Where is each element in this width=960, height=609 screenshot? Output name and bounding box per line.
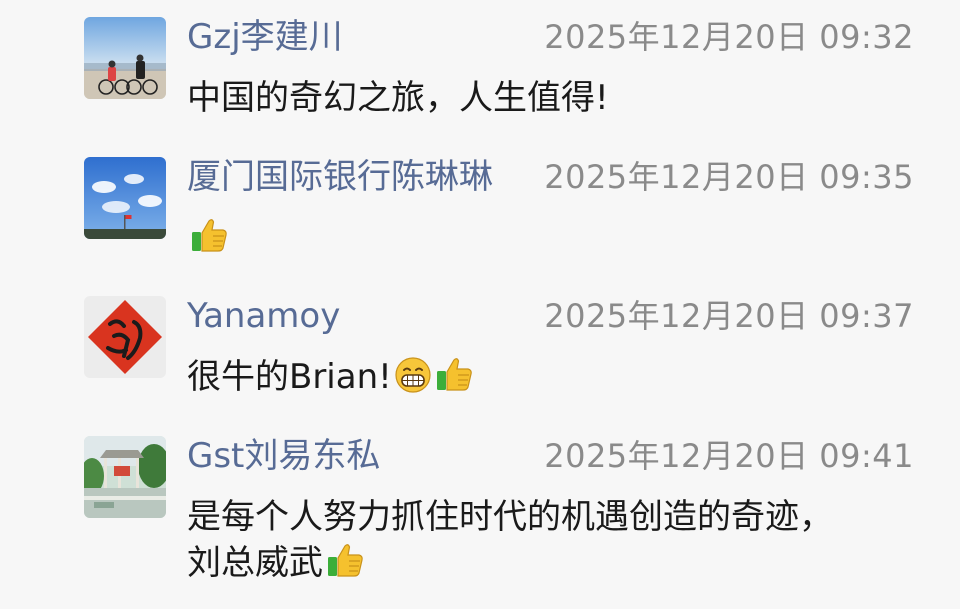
- thumbs-up-icon: [325, 540, 365, 580]
- blue-sky-photo: [84, 157, 166, 239]
- comment-text-line: 是每个人努力抓住时代的机遇创造的奇迹，: [187, 497, 833, 537]
- garden-pavilion-photo: [84, 436, 166, 518]
- comment-text-content: 很牛的Brian!: [187, 357, 392, 397]
- commenter-name[interactable]: Yanamoy: [187, 296, 340, 336]
- beach-cyclists-photo: [84, 17, 166, 99]
- comment-text: [187, 215, 907, 261]
- avatar[interactable]: [84, 17, 166, 99]
- comment-timestamp: 2025年12月20日 09:32: [544, 18, 914, 56]
- commenter-name[interactable]: Gzj李建川: [187, 17, 343, 57]
- comment-timestamp: 2025年12月20日 09:37: [544, 297, 914, 335]
- avatar[interactable]: [84, 157, 166, 239]
- comment-list: Gzj李建川 2025年12月20日 09:32 中国的奇幻之旅，人生值得! 厦…: [0, 0, 960, 609]
- fu-character-photo: [84, 296, 166, 378]
- commenter-name[interactable]: Gst刘易东私: [187, 436, 380, 476]
- comment-text: 很牛的Brian!: [187, 354, 907, 400]
- grin-icon: [394, 356, 432, 394]
- thumbs-up-icon: [189, 215, 229, 255]
- thumbs-up-icon: [434, 354, 474, 394]
- avatar[interactable]: [84, 436, 166, 518]
- comment-text: 中国的奇幻之旅，人生值得!: [187, 78, 609, 118]
- avatar[interactable]: [84, 296, 166, 378]
- commenter-name[interactable]: 厦门国际银行陈琳琳: [187, 157, 493, 197]
- comment-text-line: 刘总威武: [187, 543, 323, 583]
- comment-text: 是每个人努力抓住时代的机遇创造的奇迹， 刘总威武: [187, 494, 907, 586]
- comment-timestamp: 2025年12月20日 09:41: [544, 437, 914, 475]
- comment-timestamp: 2025年12月20日 09:35: [544, 158, 914, 196]
